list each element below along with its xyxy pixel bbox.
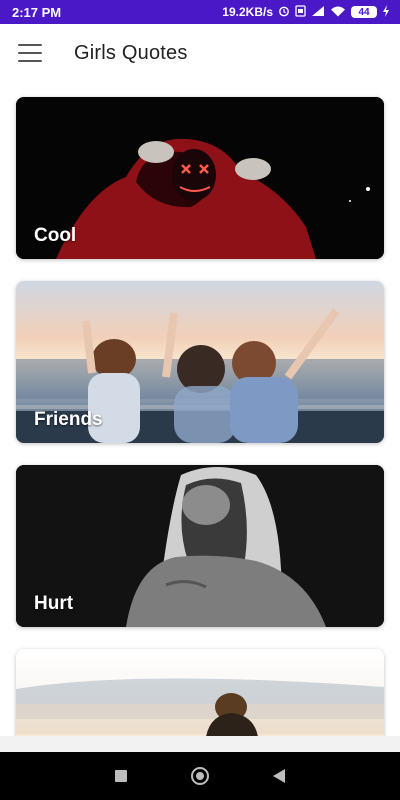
app-bar: Girls Quotes bbox=[0, 24, 400, 82]
menu-icon[interactable] bbox=[18, 44, 42, 62]
charging-icon bbox=[382, 4, 390, 20]
home-icon[interactable] bbox=[191, 767, 209, 785]
network-speed: 19.2KB/s bbox=[222, 5, 273, 19]
status-icons: 19.2KB/s 44 bbox=[222, 4, 390, 20]
battery-icon: 44 bbox=[351, 6, 377, 18]
category-list[interactable]: Cool Friends Hurt bbox=[0, 82, 400, 736]
category-label-cool: Cool bbox=[34, 225, 77, 246]
alarm-icon bbox=[278, 5, 290, 20]
system-nav-bar bbox=[0, 752, 400, 800]
category-card-cool[interactable]: Cool bbox=[16, 97, 384, 259]
list-bottom-edge bbox=[0, 736, 400, 752]
page-title: Girls Quotes bbox=[74, 41, 188, 64]
category-label-hurt: Hurt bbox=[34, 593, 74, 614]
category-card-4[interactable] bbox=[16, 649, 384, 736]
sim-icon bbox=[295, 4, 306, 20]
recents-icon[interactable] bbox=[115, 770, 127, 782]
status-bar: 2:17 PM 19.2KB/s 44 bbox=[0, 0, 400, 24]
back-icon[interactable] bbox=[273, 769, 285, 783]
wifi-icon bbox=[330, 5, 346, 20]
category-card-hurt[interactable]: Hurt bbox=[16, 465, 384, 627]
category-label-friends: Friends bbox=[34, 409, 103, 430]
category-image-4 bbox=[16, 678, 384, 736]
category-card-friends[interactable]: Friends bbox=[16, 281, 384, 443]
status-time: 2:17 PM bbox=[12, 4, 62, 20]
signal-4g-icon bbox=[311, 5, 325, 20]
